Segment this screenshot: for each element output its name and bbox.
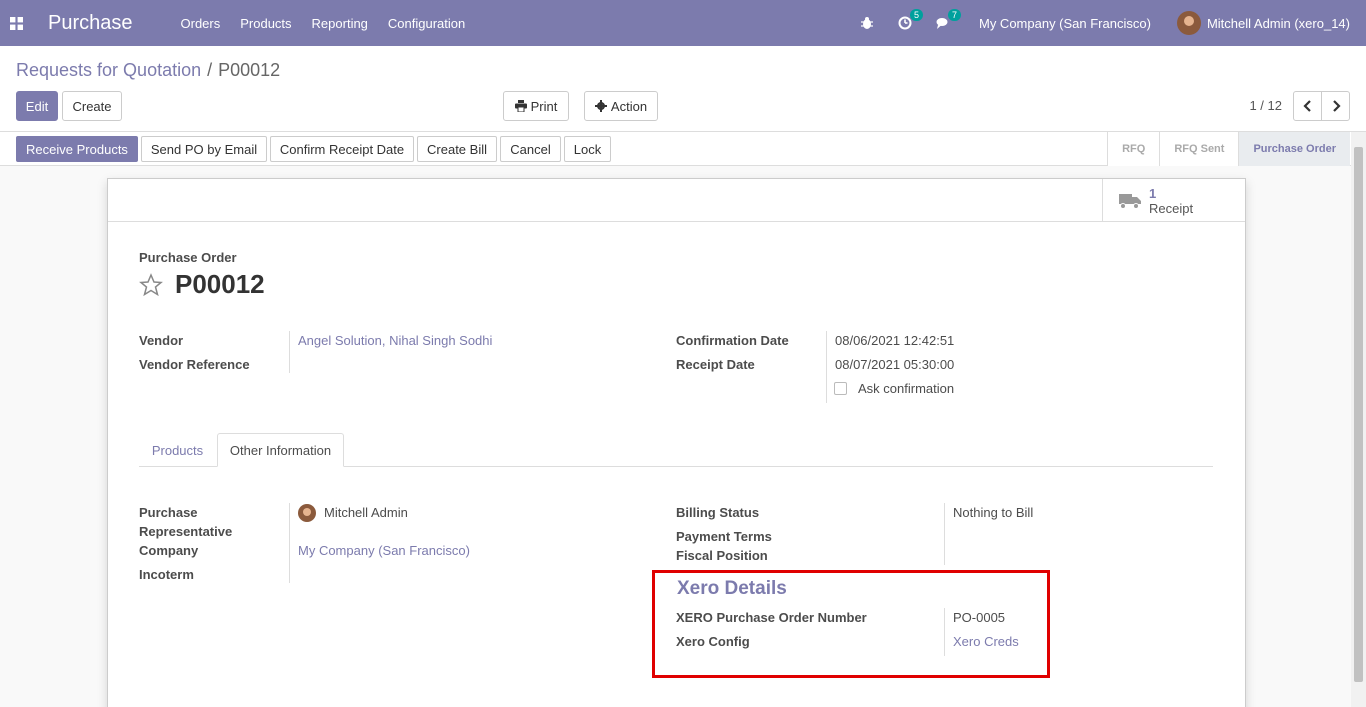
debug-bug-icon[interactable] bbox=[857, 13, 877, 33]
ask-confirmation-label: Ask confirmation bbox=[858, 381, 955, 396]
field-divider bbox=[944, 503, 945, 565]
order-reference: P00012 bbox=[175, 269, 265, 299]
purchase-representative-label: Purchase bbox=[139, 505, 198, 520]
messages-badge: 7 bbox=[947, 9, 961, 21]
billing-status-value: Nothing to Bill bbox=[953, 505, 1034, 520]
form-statusbar: Receive Products Send PO by Email Confir… bbox=[0, 132, 1366, 166]
chevron-left-icon bbox=[1302, 100, 1311, 112]
create-button[interactable]: Create bbox=[62, 91, 122, 121]
company-switcher[interactable]: My Company (San Francisco) bbox=[979, 16, 1151, 31]
breadcrumb: Requests for Quotation / P00012 bbox=[16, 60, 280, 81]
smart-button-box: 1 Receipt bbox=[108, 179, 1245, 222]
confirmation-date-label: Confirmation Date bbox=[676, 333, 789, 348]
breadcrumb-separator: / bbox=[207, 60, 213, 80]
receipt-label: Receipt bbox=[1149, 200, 1194, 216]
apps-menu-icon[interactable] bbox=[0, 0, 32, 46]
company-label: Company bbox=[139, 543, 199, 558]
fiscal-position-label: Fiscal Position bbox=[676, 548, 768, 563]
user-menu[interactable]: Mitchell Admin (xero_14) bbox=[1176, 11, 1350, 35]
purchase-representative-value[interactable]: Mitchell Admin bbox=[324, 505, 408, 520]
breadcrumb-parent[interactable]: Requests for Quotation bbox=[16, 60, 201, 80]
menu-orders[interactable]: Orders bbox=[181, 16, 221, 31]
printer-icon bbox=[514, 100, 527, 112]
gear-icon bbox=[594, 100, 607, 112]
app-title[interactable]: Purchase bbox=[48, 12, 133, 35]
tab-products[interactable]: Products bbox=[139, 433, 216, 467]
vendor-value[interactable]: Angel Solution, Nihal Singh Sodhi bbox=[298, 333, 492, 348]
tab-other-information[interactable]: Other Information bbox=[217, 433, 344, 467]
form-title-label: Purchase Order bbox=[139, 250, 237, 265]
representative-avatar bbox=[298, 504, 316, 522]
action-label: Action bbox=[610, 98, 648, 114]
breadcrumb-current: P00012 bbox=[218, 60, 281, 80]
page-scrollbar[interactable] bbox=[1351, 132, 1366, 707]
menu-configuration[interactable]: Configuration bbox=[388, 16, 465, 31]
status-stages: RFQ RFQ Sent Purchase Order bbox=[1107, 132, 1350, 166]
receive-products-button[interactable]: Receive Products bbox=[16, 136, 138, 162]
menu-reporting[interactable]: Reporting bbox=[312, 16, 368, 31]
user-avatar bbox=[1176, 11, 1201, 35]
field-divider bbox=[289, 331, 290, 373]
receipt-count: 1 bbox=[1149, 185, 1157, 201]
edit-button[interactable]: Edit bbox=[16, 91, 58, 121]
cancel-button[interactable]: Cancel bbox=[500, 136, 561, 162]
vendor-reference-label: Vendor Reference bbox=[139, 357, 250, 372]
messages-chat-icon[interactable]: 7 bbox=[933, 9, 961, 33]
confirm-receipt-date-button[interactable]: Confirm Receipt Date bbox=[270, 136, 414, 162]
activity-clock-icon[interactable]: 5 bbox=[895, 9, 923, 33]
truck-icon bbox=[1119, 193, 1141, 209]
print-button[interactable]: Print bbox=[503, 91, 569, 121]
lock-button[interactable]: Lock bbox=[564, 136, 611, 162]
menu-products[interactable]: Products bbox=[240, 16, 291, 31]
user-name: Mitchell Admin (xero_14) bbox=[1206, 15, 1350, 31]
confirmation-date-value: 08/06/2021 12:42:51 bbox=[835, 333, 955, 348]
print-label: Print bbox=[530, 98, 558, 114]
ask-confirmation-checkbox[interactable] bbox=[834, 382, 847, 395]
billing-status-label: Billing Status bbox=[676, 505, 760, 520]
activity-badge: 5 bbox=[909, 9, 923, 21]
receipt-date-label: Receipt Date bbox=[676, 357, 755, 372]
send-po-email-button[interactable]: Send PO by Email bbox=[141, 136, 267, 162]
top-navbar: Purchase Orders Products Reporting Confi… bbox=[0, 0, 1366, 46]
scrollbar-thumb[interactable] bbox=[1354, 147, 1363, 682]
stage-purchase-order[interactable]: Purchase Order bbox=[1238, 132, 1350, 166]
payment-terms-label: Payment Terms bbox=[676, 529, 772, 544]
pager-value[interactable]: 1 / 12 bbox=[1249, 98, 1282, 113]
company-value[interactable]: My Company (San Francisco) bbox=[298, 543, 470, 558]
pager-previous-button[interactable] bbox=[1293, 91, 1322, 121]
vendor-label: Vendor bbox=[139, 333, 184, 348]
action-button[interactable]: Action bbox=[584, 91, 658, 121]
field-divider bbox=[826, 331, 827, 403]
notebook-tabs: Products Other Information bbox=[139, 433, 1213, 467]
purchase-representative-label-line2: Representative bbox=[139, 524, 233, 539]
chevron-right-icon bbox=[1332, 100, 1341, 112]
field-divider bbox=[289, 503, 290, 583]
xero-details-highlight bbox=[652, 570, 1050, 678]
stage-rfq[interactable]: RFQ bbox=[1107, 132, 1160, 166]
create-bill-button[interactable]: Create Bill bbox=[417, 136, 497, 162]
incoterm-label: Incoterm bbox=[139, 567, 194, 582]
pager-next-button[interactable] bbox=[1321, 91, 1350, 121]
control-panel: Requests for Quotation / P00012 Edit Creat… bbox=[0, 46, 1366, 132]
favorite-star-icon[interactable] bbox=[139, 273, 163, 297]
receipt-smart-button[interactable]: 1 Receipt bbox=[1102, 179, 1245, 222]
stage-rfq-sent[interactable]: RFQ Sent bbox=[1159, 132, 1239, 166]
receipt-date-value: 08/07/2021 05:30:00 bbox=[835, 357, 955, 372]
